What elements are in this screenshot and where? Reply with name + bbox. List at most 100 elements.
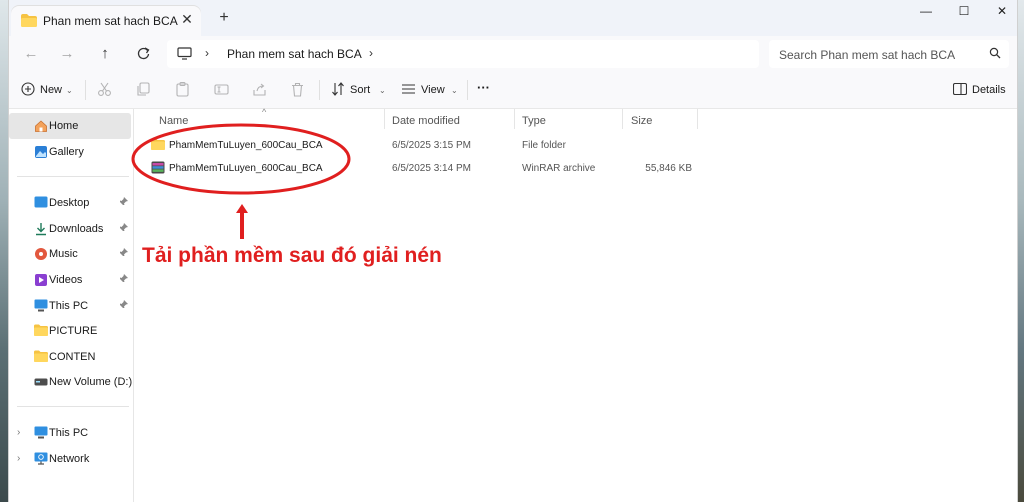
sidebar-item-new-volume[interactable]: New Volume (D:): [9, 371, 133, 393]
chevron-down-icon: ⌄: [451, 86, 458, 95]
more-options-button[interactable]: ···: [477, 80, 497, 96]
divider: [85, 80, 86, 100]
copy-button[interactable]: [136, 82, 152, 98]
rename-button[interactable]: [214, 82, 230, 98]
annotation-text: Tải phần mềm sau đó giải nén: [142, 244, 442, 267]
view-lines-icon: [401, 83, 416, 98]
sidebar-item-label: This PC: [49, 427, 89, 439]
details-pane-icon: [952, 82, 968, 98]
column-header-date[interactable]: Date modified: [392, 115, 460, 127]
column-header-size[interactable]: Size: [631, 115, 652, 127]
column-divider[interactable]: [622, 109, 623, 129]
tab-title: Phan mem sat hach BCA: [43, 14, 178, 28]
divider: [17, 406, 129, 407]
sidebar-item-label: New Volume (D:): [49, 376, 133, 388]
sidebar-item-label: Music: [49, 248, 78, 260]
sidebar-item-label: This PC: [49, 300, 89, 312]
sidebar-item-label: Gallery: [49, 146, 84, 158]
column-divider[interactable]: [514, 109, 515, 129]
sidebar-item-this-pc[interactable]: This PC: [9, 295, 131, 317]
file-type: WinRAR archive: [522, 163, 596, 174]
chevron-right-icon[interactable]: ›: [17, 427, 20, 438]
column-divider[interactable]: [697, 109, 698, 129]
address-bar[interactable]: › Phan mem sat hach BCA ›: [167, 40, 759, 68]
column-header-type[interactable]: Type: [522, 115, 546, 127]
drive-icon: [34, 375, 48, 389]
chevron-right-icon[interactable]: ›: [17, 453, 20, 464]
search-placeholder: Search Phan mem sat hach BCA: [779, 48, 956, 62]
sidebar-item-label: Network: [49, 453, 90, 465]
pc-icon: [34, 299, 48, 313]
sort-label: Sort: [350, 84, 371, 96]
copy-icon: [136, 82, 151, 100]
refresh-icon[interactable]: [133, 44, 153, 64]
folder-icon: [21, 14, 37, 30]
back-arrow-icon[interactable]: ←: [21, 44, 41, 64]
view-label: View: [421, 84, 445, 96]
network-icon: [34, 452, 48, 466]
folder-icon: [34, 324, 48, 338]
breadcrumb-chevron-icon[interactable]: ›: [369, 46, 373, 60]
maximize-button[interactable]: ☐: [950, 4, 978, 24]
minimize-button[interactable]: —: [912, 4, 940, 24]
sidebar-item-picture[interactable]: PICTURE: [9, 320, 131, 342]
chevron-down-icon: ⌄: [379, 86, 386, 95]
tab-phan-mem[interactable]: Phan mem sat hach BCA ✕: [11, 6, 201, 36]
new-button[interactable]: New ⌄: [21, 82, 81, 98]
sidebar-item-videos[interactable]: Videos: [9, 269, 131, 291]
pin-icon: [119, 248, 128, 259]
sidebar-item-this-pc-tree[interactable]: › This PC: [9, 422, 131, 444]
tab-strip: Phan mem sat hach BCA ✕ + — ☐ ✕: [9, 0, 1017, 36]
file-explorer-window: Phan mem sat hach BCA ✕ + — ☐ ✕ ← → ↑ › …: [8, 0, 1018, 502]
sidebar-item-label: CONTEN: [49, 351, 96, 363]
sidebar-item-conten[interactable]: CONTEN: [9, 346, 131, 368]
new-label: New: [40, 84, 63, 96]
forward-arrow-icon[interactable]: →: [57, 44, 77, 64]
rename-icon: [214, 84, 229, 100]
new-tab-button[interactable]: +: [216, 10, 232, 26]
scissors-icon: [97, 82, 112, 100]
clipboard-icon: [175, 82, 190, 100]
music-icon: [34, 247, 48, 261]
view-button[interactable]: View ⌄: [401, 82, 459, 98]
breadcrumb-current[interactable]: Phan mem sat hach BCA: [227, 47, 362, 61]
sidebar-item-desktop[interactable]: Desktop: [9, 192, 131, 214]
command-bar: New ⌄ Sort ⌄ View ⌄ ··· Details: [9, 72, 1017, 109]
trash-icon: [290, 82, 305, 100]
sidebar-item-label: Videos: [49, 274, 83, 286]
pin-icon: [119, 223, 128, 234]
breadcrumb-separator-icon[interactable]: ›: [205, 46, 209, 60]
gallery-icon: [34, 145, 48, 159]
paste-button[interactable]: [175, 82, 191, 98]
sort-ascending-icon: ^: [262, 107, 267, 117]
share-button[interactable]: [252, 82, 268, 98]
search-input[interactable]: Search Phan mem sat hach BCA: [769, 40, 1009, 68]
pin-icon: [119, 197, 128, 208]
download-icon: [34, 222, 48, 236]
folder-icon: [34, 350, 48, 364]
sidebar-item-home[interactable]: Home: [9, 113, 131, 139]
sidebar-item-label: Desktop: [49, 197, 90, 209]
column-divider[interactable]: [384, 109, 385, 129]
close-tab-icon[interactable]: ✕: [179, 11, 195, 27]
delete-button[interactable]: [290, 82, 306, 98]
file-date: 6/5/2025 3:15 PM: [392, 140, 471, 151]
cut-button[interactable]: [97, 82, 113, 98]
search-icon: [989, 47, 1001, 62]
pin-icon: [119, 300, 128, 311]
desktop-wallpaper-left: [0, 0, 8, 502]
chevron-down-icon: ⌄: [66, 86, 73, 95]
details-button[interactable]: Details: [952, 82, 1009, 98]
sidebar-item-network[interactable]: › Network: [9, 448, 131, 470]
close-window-button[interactable]: ✕: [988, 4, 1016, 24]
sidebar-item-music[interactable]: Music: [9, 243, 131, 265]
divider: [17, 176, 129, 177]
up-arrow-icon[interactable]: ↑: [95, 44, 115, 64]
address-row: ← → ↑ › Phan mem sat hach BCA › Search P…: [9, 36, 1017, 72]
file-size: 55,846 KB: [645, 163, 692, 174]
divider: [467, 80, 468, 100]
sidebar-item-gallery[interactable]: Gallery: [9, 141, 131, 163]
sort-button[interactable]: Sort ⌄: [331, 82, 387, 98]
videos-icon: [34, 273, 48, 287]
sidebar-item-downloads[interactable]: Downloads: [9, 218, 131, 240]
